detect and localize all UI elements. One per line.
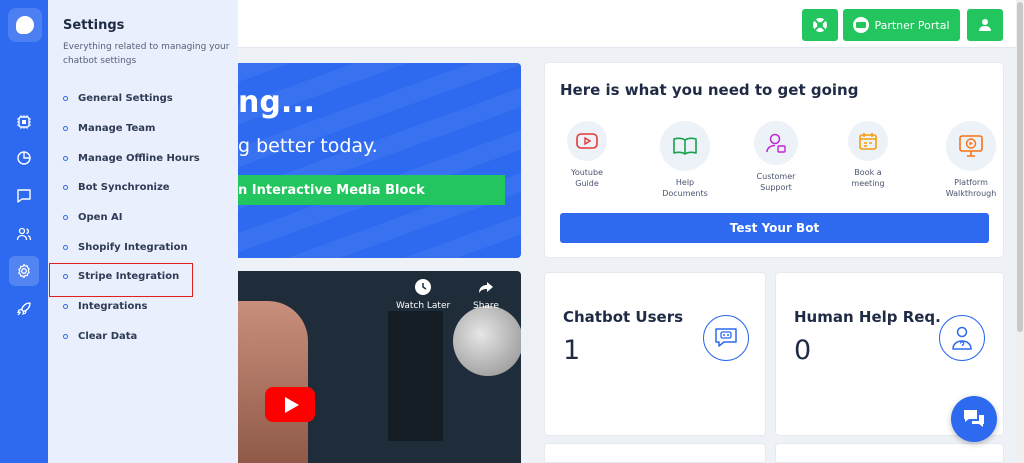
bot-chat-icon <box>703 315 749 361</box>
customer-support-item[interactable]: Customer Support <box>736 121 816 193</box>
lifebuoy-icon <box>813 18 827 32</box>
settings-item-shopify-integration[interactable]: Shopify Integration <box>48 232 238 262</box>
hero-banner: ng... g better today. <box>238 63 521 258</box>
share-button[interactable]: Share <box>473 279 499 311</box>
next-card-stub <box>544 443 766 463</box>
chip-icon[interactable] <box>9 107 39 137</box>
top-search-edge <box>238 8 242 38</box>
clock-icon <box>415 279 432 295</box>
user-question-icon <box>939 315 985 361</box>
book-icon <box>660 121 710 171</box>
youtube-play-icon[interactable] <box>265 387 315 422</box>
hero-headline: ng... <box>238 85 316 120</box>
bullet-icon <box>63 96 68 102</box>
chatbot-users-title: Chatbot Users <box>563 308 684 326</box>
youtube-icon <box>567 121 607 161</box>
support-agent-icon <box>754 121 798 165</box>
partner-portal-label: Partner Portal <box>874 18 950 32</box>
bullet-icon <box>63 215 68 221</box>
bullet-icon <box>63 274 68 280</box>
settings-item-label: Bot Synchronize <box>78 182 170 194</box>
gear-icon[interactable] <box>9 256 39 286</box>
bullet-icon <box>63 126 68 132</box>
customer-support-label: Customer Support <box>756 172 796 192</box>
platform-walkthrough-label: Platform Walkthrough <box>945 178 997 198</box>
next-card-stub <box>775 443 1004 463</box>
settings-item-label: Clear Data <box>78 330 138 342</box>
play-monitor-icon <box>946 121 996 171</box>
profile-button[interactable] <box>967 9 1003 41</box>
human-help-value: 0 <box>794 335 812 366</box>
partner-portal-button[interactable]: Partner Portal <box>843 9 960 41</box>
settings-item-label: Manage Team <box>78 123 156 135</box>
rocket-icon[interactable] <box>9 294 39 324</box>
video-presenter <box>238 301 308 463</box>
help-documents-item[interactable]: Help Documents <box>645 121 725 199</box>
watch-later-button[interactable]: Watch Later <box>396 279 450 311</box>
hero-cta-button[interactable]: n Interactive Media Block <box>238 175 505 205</box>
chat-launcher-button[interactable] <box>951 396 997 442</box>
page-scrollbar[interactable] <box>1016 0 1024 463</box>
settings-menu: General Settings Manage Team Manage Offl… <box>48 84 238 351</box>
test-your-bot-button[interactable]: Test Your Bot <box>560 213 989 243</box>
youtube-video[interactable]: Watch Later Share <box>238 271 521 463</box>
settings-item-label: Manage Offline Hours <box>78 152 200 164</box>
video-shelf <box>388 311 443 441</box>
bullet-icon <box>63 244 68 250</box>
help-button[interactable] <box>802 9 838 41</box>
hero-cta-wrap: n Interactive Media Block <box>238 175 505 205</box>
share-icon <box>478 282 493 293</box>
youtube-guide-item[interactable]: Youtube Guide <box>547 121 627 189</box>
chat-bubbles-icon <box>964 410 984 427</box>
user-icon <box>979 19 991 31</box>
settings-title: Settings <box>63 18 125 33</box>
settings-item-label: General Settings <box>78 93 173 105</box>
left-rail <box>0 0 48 463</box>
bullet-icon <box>63 333 68 339</box>
settings-item-label: Open AI <box>78 212 123 224</box>
settings-item-label: Stripe Integration <box>78 271 180 283</box>
watch-later-label: Watch Later <box>396 301 451 311</box>
chatbot-users-card: Chatbot Users 1 <box>544 272 766 436</box>
calendar-icon <box>848 121 888 161</box>
top-bar: Partner Portal <box>238 0 1024 48</box>
settings-item-manage-offline-hours[interactable]: Manage Offline Hours <box>48 143 238 173</box>
settings-panel: Settings Everything related to managing … <box>48 0 238 463</box>
bullet-icon <box>63 155 68 161</box>
getting-started-title: Here is what you need to get going <box>560 81 859 99</box>
platform-walkthrough-item[interactable]: Platform Walkthrough <box>931 121 1011 199</box>
video-lamp <box>453 306 521 376</box>
message-icon[interactable] <box>9 181 39 211</box>
settings-item-general-settings[interactable]: General Settings <box>48 84 238 114</box>
human-help-title: Human Help Req. <box>794 308 941 326</box>
book-meeting-label: Book a meeting <box>851 168 885 188</box>
share-label: Share <box>473 301 499 311</box>
book-meeting-item[interactable]: Book a meeting <box>828 121 908 189</box>
settings-item-label: Shopify Integration <box>78 241 188 253</box>
hero-subline: g better today. <box>238 135 378 157</box>
youtube-guide-label: Youtube Guide <box>571 168 603 188</box>
chatbot-users-value: 1 <box>563 335 581 366</box>
bullet-icon <box>63 304 68 310</box>
scrollbar-thumb[interactable] <box>1017 2 1023 332</box>
settings-item-stripe-integration[interactable]: Stripe Integration <box>48 262 238 297</box>
settings-item-integrations[interactable]: Integrations <box>48 292 238 322</box>
getting-started-card: Here is what you need to get going Youtu… <box>544 62 1004 258</box>
settings-item-clear-data[interactable]: Clear Data <box>48 322 238 352</box>
chatbot-logo-icon[interactable] <box>8 8 42 42</box>
users-icon[interactable] <box>9 219 39 249</box>
settings-item-bot-synchronize[interactable]: Bot Synchronize <box>48 173 238 203</box>
settings-subtitle: Everything related to managing your chat… <box>63 42 230 66</box>
partner-portal-icon <box>853 17 870 33</box>
settings-item-open-ai[interactable]: Open AI <box>48 203 238 233</box>
bullet-icon <box>63 185 68 191</box>
settings-item-label: Integrations <box>78 301 148 313</box>
settings-item-manage-team[interactable]: Manage Team <box>48 114 238 144</box>
clock-chart-icon[interactable] <box>9 143 39 173</box>
help-documents-label: Help Documents <box>662 178 708 198</box>
